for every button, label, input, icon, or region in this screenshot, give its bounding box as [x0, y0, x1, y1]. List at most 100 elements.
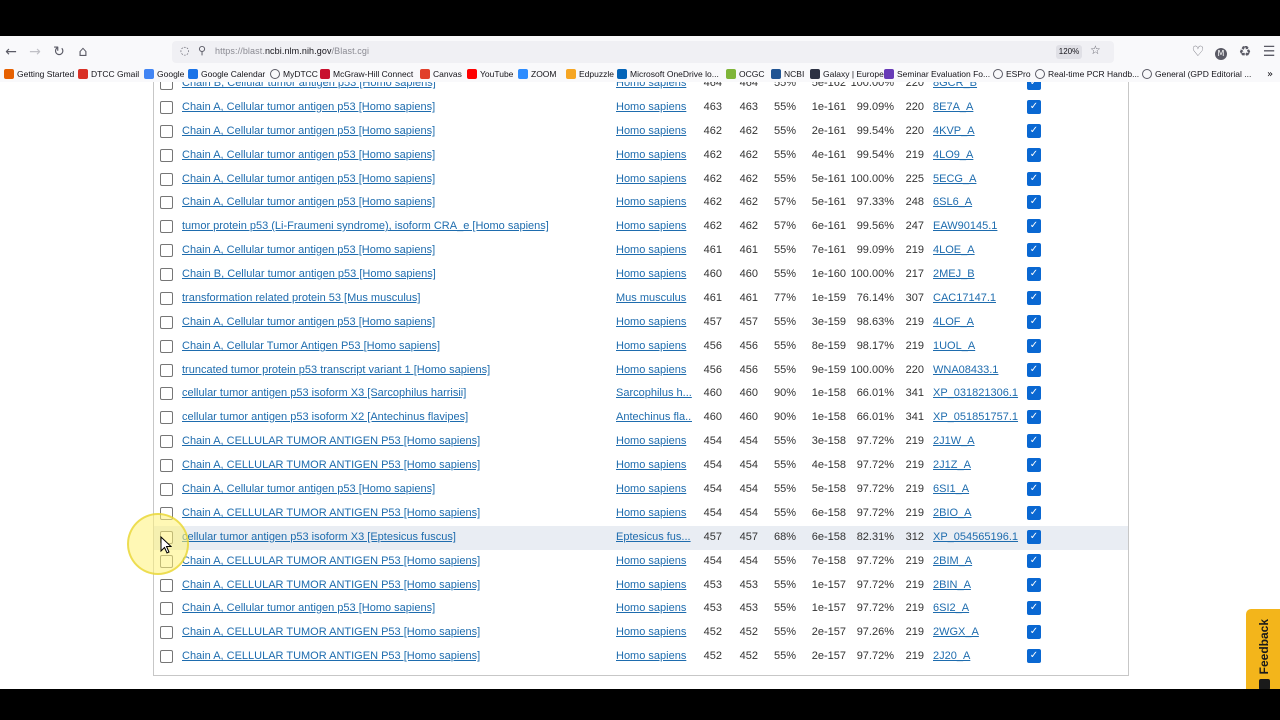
row-checked-checkbox[interactable]: ✓ [1027, 363, 1041, 377]
row-select-checkbox[interactable] [160, 459, 173, 472]
pocket-icon[interactable]: ♡ [1189, 43, 1207, 61]
row-select-checkbox[interactable] [160, 340, 173, 353]
row-select-checkbox[interactable] [160, 149, 173, 162]
description-link[interactable]: Chain A, Cellular tumor antigen p53 [Hom… [182, 316, 435, 328]
description-link[interactable]: Chain A, Cellular tumor antigen p53 [Hom… [182, 173, 435, 185]
scientific-name-link[interactable]: Homo sapiens [616, 268, 692, 280]
row-checked-checkbox[interactable]: ✓ [1027, 434, 1041, 448]
scientific-name-link[interactable]: Homo sapiens [616, 364, 692, 376]
row-select-checkbox[interactable] [160, 411, 173, 424]
description-link[interactable]: Chain B, Cellular tumor antigen p53 [Hom… [182, 268, 436, 280]
description-link[interactable]: tumor protein p53 (Li-Fraumeni syndrome)… [182, 220, 549, 232]
scientific-name-link[interactable]: Homo sapiens [616, 316, 692, 328]
bookmark-item[interactable]: DTCC Gmail [78, 69, 139, 79]
description-link[interactable]: Chain A, CELLULAR TUMOR ANTIGEN P53 [Hom… [182, 435, 480, 447]
zoom-level-button[interactable]: 120% [1056, 45, 1082, 59]
accession-link[interactable]: 4LO9_A [933, 149, 973, 161]
url-bar[interactable]: ◌ ⚲ https://blast.ncbi.nlm.nih.gov/Blast… [172, 41, 1114, 63]
row-checked-checkbox[interactable]: ✓ [1027, 386, 1041, 400]
accession-link[interactable]: 2BIM_A [933, 555, 972, 567]
scientific-name-link[interactable]: Homo sapiens [616, 579, 692, 591]
accession-link[interactable]: 4LOE_A [933, 244, 975, 256]
row-select-checkbox[interactable] [160, 101, 173, 114]
row-checked-checkbox[interactable]: ✓ [1027, 482, 1041, 496]
scientific-name-link[interactable]: Homo sapiens [616, 244, 692, 256]
accession-link[interactable]: 4LOF_A [933, 316, 974, 328]
accession-link[interactable]: WNA08433.1 [933, 364, 998, 376]
reload-icon[interactable]: ↻ [50, 43, 68, 61]
back-arrow-icon[interactable]: ← [2, 43, 20, 61]
row-checked-checkbox[interactable]: ✓ [1027, 649, 1041, 663]
scientific-name-link[interactable]: Homo sapiens [616, 507, 692, 519]
scientific-name-link[interactable]: Homo sapiens [616, 626, 692, 638]
row-select-checkbox[interactable] [160, 650, 173, 663]
bookmark-item[interactable]: McGraw-Hill Connect [320, 69, 413, 79]
description-link[interactable]: Chain A, CELLULAR TUMOR ANTIGEN P53 [Hom… [182, 459, 480, 471]
description-link[interactable]: Chain A, Cellular tumor antigen p53 [Hom… [182, 244, 435, 256]
scientific-name-link[interactable]: Homo sapiens [616, 602, 692, 614]
accession-link[interactable]: 2J1W_A [933, 435, 975, 447]
bookmark-item[interactable]: Getting Started [4, 69, 74, 79]
scientific-name-link[interactable]: Homo sapiens [616, 220, 692, 232]
scientific-name-link[interactable]: Homo sapiens [616, 149, 692, 161]
row-select-checkbox[interactable] [160, 316, 173, 329]
row-checked-checkbox[interactable]: ✓ [1027, 554, 1041, 568]
row-select-checkbox[interactable] [160, 196, 173, 209]
description-link[interactable]: Chain A, Cellular tumor antigen p53 [Hom… [182, 101, 435, 113]
accession-link[interactable]: 6SI2_A [933, 602, 969, 614]
description-link[interactable]: Chain A, Cellular tumor antigen p53 [Hom… [182, 149, 435, 161]
lock-icon[interactable]: ⚲ [198, 44, 206, 57]
row-select-checkbox[interactable] [160, 292, 173, 305]
description-link[interactable]: Chain A, CELLULAR TUMOR ANTIGEN P53 [Hom… [182, 650, 480, 662]
scientific-name-link[interactable]: Eptesicus fus... [616, 531, 692, 543]
accession-link[interactable]: 2J1Z_A [933, 459, 971, 471]
description-link[interactable]: cellular tumor antigen p53 isoform X3 [E… [182, 531, 456, 543]
row-checked-checkbox[interactable]: ✓ [1027, 601, 1041, 615]
accession-link[interactable]: 6SI1_A [933, 483, 969, 495]
description-link[interactable]: Chain A, Cellular tumor antigen p53 [Hom… [182, 483, 435, 495]
accession-link[interactable]: 6SL6_A [933, 196, 972, 208]
accession-link[interactable]: 2WGX_A [933, 626, 979, 638]
description-link[interactable]: Chain A, Cellular tumor antigen p53 [Hom… [182, 196, 435, 208]
description-link[interactable]: Chain A, Cellular tumor antigen p53 [Hom… [182, 602, 435, 614]
scientific-name-link[interactable]: Homo sapiens [616, 555, 692, 567]
feedback-tab[interactable]: Feedback [1246, 609, 1280, 689]
accession-link[interactable]: 2BIN_A [933, 579, 971, 591]
description-link[interactable]: cellular tumor antigen p53 isoform X2 [A… [182, 411, 468, 423]
bookmark-item[interactable]: Seminar Evaluation Fo... [884, 69, 990, 79]
bookmark-item[interactable]: Google Calendar [188, 69, 265, 79]
row-select-checkbox[interactable] [160, 483, 173, 496]
description-link[interactable]: Chain A, Cellular tumor antigen p53 [Hom… [182, 125, 435, 137]
description-link[interactable]: cellular tumor antigen p53 isoform X3 [S… [182, 387, 466, 399]
row-select-checkbox[interactable] [160, 268, 173, 281]
accession-link[interactable]: 5ECG_A [933, 173, 976, 185]
bookmark-item[interactable]: Galaxy | Europe [810, 69, 884, 79]
row-checked-checkbox[interactable]: ✓ [1027, 625, 1041, 639]
scientific-name-link[interactable]: Homo sapiens [616, 459, 692, 471]
scientific-name-link[interactable]: Homo sapiens [616, 125, 692, 137]
row-select-checkbox[interactable] [160, 602, 173, 615]
row-checked-checkbox[interactable]: ✓ [1027, 578, 1041, 592]
bookmark-item[interactable]: YouTube [467, 69, 513, 79]
row-checked-checkbox[interactable]: ✓ [1027, 530, 1041, 544]
description-link[interactable]: Chain B, Cellular tumor antigen p53 [Hom… [182, 82, 436, 89]
description-link[interactable]: Chain A, CELLULAR TUMOR ANTIGEN P53 [Hom… [182, 507, 480, 519]
row-checked-checkbox[interactable]: ✓ [1027, 291, 1041, 305]
accession-link[interactable]: 2MEJ_B [933, 268, 975, 280]
scientific-name-link[interactable]: Homo sapiens [616, 340, 692, 352]
row-select-checkbox[interactable] [160, 435, 173, 448]
row-select-checkbox[interactable] [160, 626, 173, 639]
scientific-name-link[interactable]: Homo sapiens [616, 173, 692, 185]
row-checked-checkbox[interactable]: ✓ [1027, 243, 1041, 257]
bookmark-item[interactable]: Google [144, 69, 184, 79]
accession-link[interactable]: XP_054565196.1 [933, 531, 1018, 543]
accession-link[interactable]: 8E7A_A [933, 101, 973, 113]
accession-link[interactable]: XP_051851757.1 [933, 411, 1018, 423]
extensions-icon[interactable]: ♻ [1236, 43, 1254, 61]
row-checked-checkbox[interactable]: ✓ [1027, 219, 1041, 233]
scientific-name-link[interactable]: Mus musculus [616, 292, 692, 304]
scientific-name-link[interactable]: Homo sapiens [616, 196, 692, 208]
tracking-protection-icon[interactable]: ◌ [180, 44, 190, 57]
scientific-name-link[interactable]: Homo sapiens [616, 82, 692, 89]
row-checked-checkbox[interactable]: ✓ [1027, 124, 1041, 138]
